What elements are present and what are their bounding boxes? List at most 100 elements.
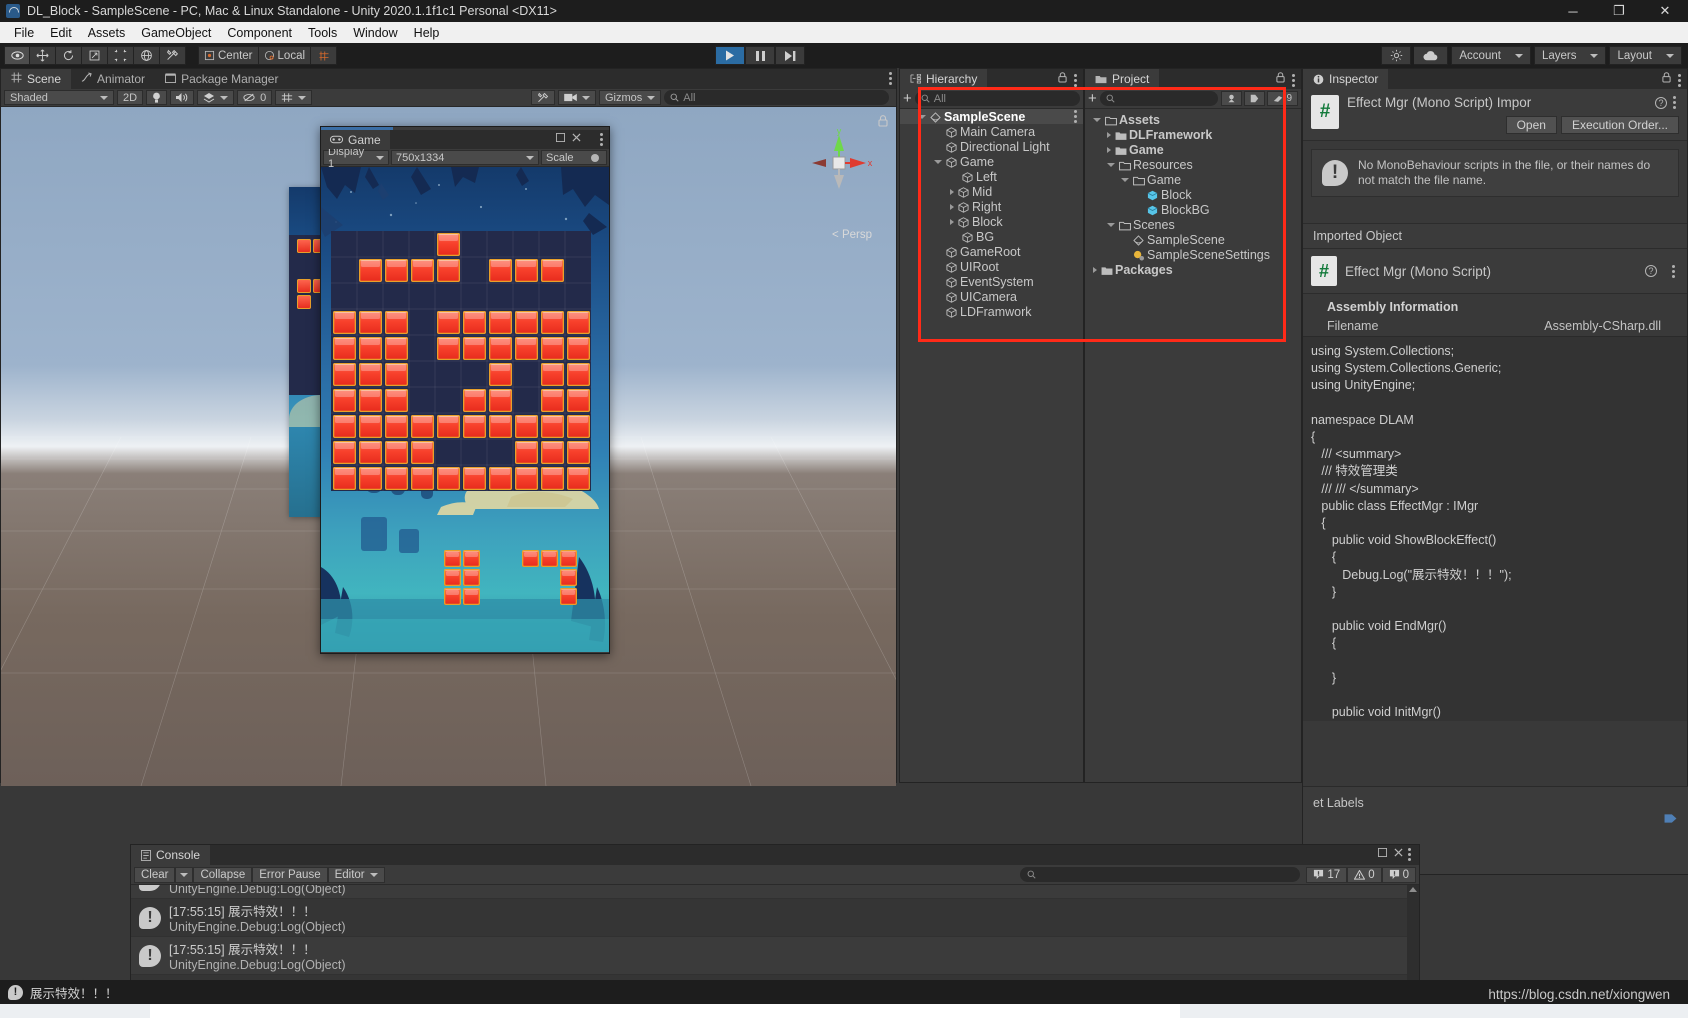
hierarchy-search-input[interactable]: All — [914, 91, 1080, 106]
shading-mode-dropdown[interactable]: Shaded — [4, 90, 114, 105]
lock-icon[interactable] — [1276, 72, 1285, 83]
cloud-icon-button[interactable] — [1414, 46, 1449, 65]
component-menu-icon[interactable] — [1672, 264, 1675, 278]
tree-item-bg[interactable]: BG — [900, 229, 1083, 244]
tray-block[interactable] — [560, 588, 577, 605]
tab-inspector[interactable]: Inspector — [1303, 69, 1389, 89]
inspector-menu-icon[interactable] — [1678, 73, 1681, 87]
clear-dropdown[interactable] — [175, 866, 194, 883]
layout-dropdown[interactable]: Layout — [1609, 46, 1682, 65]
pivot-mode-button[interactable]: Center — [198, 46, 259, 65]
warning-count-toggle[interactable]: 0 — [1347, 866, 1382, 883]
account-dropdown[interactable]: Account — [1451, 46, 1531, 65]
expand-arrow-open[interactable] — [918, 114, 926, 119]
resolution-dropdown[interactable]: 750x1334 — [391, 150, 539, 165]
tree-item-samplescene[interactable]: SampleScene — [900, 109, 1083, 124]
tree-item-eventsystem[interactable]: EventSystem — [900, 274, 1083, 289]
tree-item-blockbg[interactable]: BlockBG — [1085, 202, 1301, 217]
tray-block[interactable] — [444, 569, 461, 586]
clear-button[interactable]: Clear — [134, 866, 176, 883]
project-tree[interactable]: Assets DLFramework Game Resources Game Block B… — [1085, 109, 1301, 782]
project-menu-icon[interactable] — [1292, 73, 1295, 87]
project-search-input[interactable] — [1099, 91, 1219, 106]
expand-arrow-open[interactable] — [1107, 162, 1115, 167]
menu-item-gameobject[interactable]: GameObject — [133, 24, 219, 42]
transform-tool-button[interactable] — [134, 46, 160, 65]
step-button[interactable] — [775, 46, 805, 65]
tray-block[interactable] — [541, 550, 558, 567]
console-scrollbar[interactable] — [1407, 885, 1419, 991]
tray-block[interactable] — [463, 569, 480, 586]
console-menu-icon[interactable] — [1408, 848, 1411, 861]
add-gameobject-button[interactable]: + — [903, 91, 912, 106]
menu-item-window[interactable]: Window — [345, 24, 405, 42]
collapse-button[interactable]: Collapse — [193, 866, 253, 883]
layers-dropdown[interactable]: Layers — [1533, 46, 1607, 65]
menu-item-component[interactable]: Component — [219, 24, 300, 42]
tree-item-scenes[interactable]: Scenes — [1085, 217, 1301, 232]
expand-arrow-open[interactable] — [1093, 117, 1101, 122]
tree-item-packages[interactable]: Packages — [1085, 262, 1301, 277]
expand-arrow-closed[interactable] — [1093, 266, 1097, 273]
hierarchy-tree[interactable]: SampleScene Main Camera Directional Light G… — [900, 109, 1083, 782]
project-filter-type[interactable] — [1221, 91, 1243, 106]
expand-arrow-closed[interactable] — [950, 188, 954, 195]
tree-item-block[interactable]: Block — [1085, 187, 1301, 202]
tree-item-main-camera[interactable]: Main Camera — [900, 124, 1083, 139]
console-search-input[interactable] — [1020, 867, 1301, 882]
menu-item-tools[interactable]: Tools — [300, 24, 345, 42]
menu-item-edit[interactable]: Edit — [42, 24, 80, 42]
console-log-row[interactable]: ! [17:55:15] 展示特效！！！UnityEngine.Debug:Log… — [131, 937, 1419, 975]
move-tool-button[interactable] — [30, 46, 56, 65]
tree-item-dlframework[interactable]: DLFramework — [1085, 127, 1301, 142]
minimize-button[interactable]: ─ — [1550, 0, 1596, 22]
scene-menu-icon[interactable] — [889, 72, 892, 85]
game-window-menu-icon[interactable] — [600, 133, 603, 146]
tree-item-resources[interactable]: Resources — [1085, 157, 1301, 172]
status-bar[interactable]: ! 展示特效！！！ — [0, 980, 1688, 1004]
tree-item-ldframwork[interactable]: LDFramwork — [900, 304, 1083, 319]
tray-block[interactable] — [444, 588, 461, 605]
lock-icon[interactable] — [1662, 72, 1671, 83]
tab-console[interactable]: Console — [131, 845, 211, 865]
gizmos-dropdown[interactable]: Gizmos — [598, 90, 662, 105]
tree-item-menu-icon[interactable] — [1074, 110, 1077, 123]
tree-item-game[interactable]: Game — [1085, 172, 1301, 187]
scene-tools-button[interactable] — [530, 90, 555, 105]
tree-item-game[interactable]: Game — [900, 154, 1083, 169]
close-button[interactable]: ✕ — [1642, 0, 1688, 22]
hand-tool-button[interactable] — [4, 46, 30, 65]
project-filter-label[interactable] — [1244, 91, 1266, 106]
menu-item-help[interactable]: Help — [406, 24, 448, 42]
tray-block[interactable] — [444, 550, 461, 567]
tree-item-samplescenesettings[interactable]: SampleSceneSettings — [1085, 247, 1301, 262]
custom-tool-button[interactable] — [160, 46, 186, 65]
label-tag-icon[interactable] — [1664, 813, 1677, 827]
scroll-up-arrow[interactable] — [1409, 887, 1417, 892]
tray-block[interactable] — [522, 550, 539, 567]
expand-arrow-open[interactable] — [1121, 177, 1129, 182]
pivot-rotation-button[interactable]: Local — [258, 46, 312, 65]
scene-camera-dropdown[interactable] — [557, 90, 596, 105]
toggle-2d-button[interactable]: 2D — [117, 90, 144, 105]
game-viewport[interactable] — [321, 167, 609, 652]
lock-icon[interactable] — [1058, 72, 1067, 83]
hierarchy-menu-icon[interactable] — [1074, 73, 1077, 87]
tree-item-samplescene[interactable]: SampleScene — [1085, 232, 1301, 247]
display-dropdown[interactable]: Display 1 — [323, 146, 389, 170]
project-favorite[interactable]: 9 — [1267, 91, 1298, 106]
scale-slider[interactable]: Scale — [541, 150, 607, 165]
tab-hierarchy[interactable]: Hierarchy — [900, 69, 988, 89]
scale-slider-handle[interactable] — [591, 153, 599, 162]
help-icon[interactable]: ? — [1655, 96, 1667, 109]
menu-item-assets[interactable]: Assets — [80, 24, 134, 42]
tree-item-game[interactable]: Game — [1085, 142, 1301, 157]
tab-project[interactable]: Project — [1085, 69, 1160, 89]
tab-animator[interactable]: Animator — [71, 69, 156, 89]
close-panel-icon[interactable] — [1394, 848, 1403, 857]
expand-arrow-open[interactable] — [1107, 222, 1115, 227]
tree-item-uiroot[interactable]: UIRoot — [900, 259, 1083, 274]
pause-button[interactable] — [745, 46, 775, 65]
scene-fx-dropdown[interactable] — [197, 90, 235, 105]
info-count-toggle[interactable]: 17 — [1306, 866, 1348, 883]
